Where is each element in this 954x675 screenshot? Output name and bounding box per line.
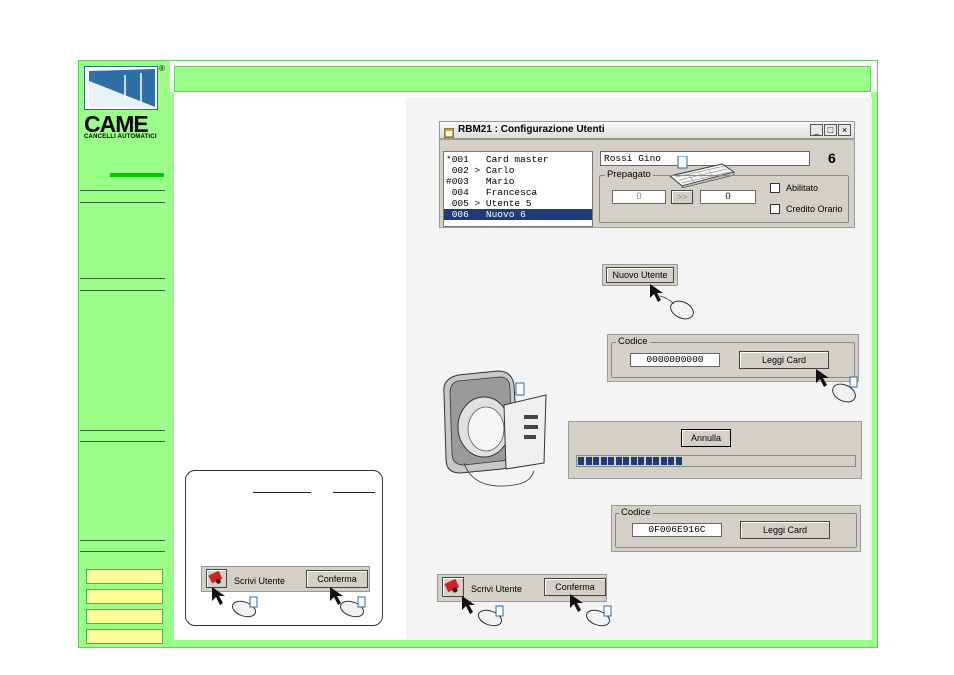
inset-underline <box>253 492 311 493</box>
sidebar-divider <box>80 430 165 431</box>
scrivi-utente-label: Scrivi Utente <box>471 584 523 594</box>
mouse-click-icon <box>210 585 258 621</box>
credit-field[interactable]: 0 <box>612 190 666 204</box>
codice-field[interactable]: 0000000000 <box>630 353 720 367</box>
prepagato-label: Prepagato <box>605 169 653 180</box>
abilitato-checkbox[interactable] <box>770 183 780 193</box>
credito-orario-label: Credito Orario <box>786 204 843 214</box>
user-list-item[interactable]: *001 Card master <box>444 154 592 165</box>
logo-registered-mark: ® <box>159 64 165 73</box>
maximize-button[interactable]: □ <box>824 124 837 136</box>
minimize-button[interactable]: _ <box>810 124 823 136</box>
credito-orario-checkbox[interactable] <box>770 204 780 214</box>
sidebar-nav-button[interactable] <box>86 589 163 604</box>
sidebar-divider <box>80 278 165 279</box>
user-list-item[interactable]: 004 Francesca <box>444 187 592 198</box>
sidebar-divider <box>80 190 165 191</box>
abilitato-label: Abilitato <box>786 183 819 193</box>
progress-block <box>600 457 607 465</box>
inset-underline <box>333 492 375 493</box>
sidebar-divider <box>80 290 165 291</box>
annulla-button[interactable]: Annulla <box>681 429 731 447</box>
user-list-item[interactable]: 002 > Carlo <box>444 165 592 176</box>
codice-label: Codice <box>616 336 650 347</box>
progress-block <box>668 457 674 465</box>
progress-block <box>645 457 652 465</box>
user-number: 6 <box>828 150 836 166</box>
codice-label-read: Codice <box>619 507 653 518</box>
progress-block <box>623 457 629 465</box>
progress-block <box>660 457 667 465</box>
sidebar-nav-button[interactable] <box>86 629 163 644</box>
mouse-click-icon <box>568 592 616 632</box>
logo-subtitle: CANCELLI AUTOMATICI <box>84 134 157 140</box>
sidebar-divider <box>80 202 165 203</box>
codice-field-read[interactable]: 0F006E916C <box>632 523 722 537</box>
window-title: RBM21 : Configurazione Utenti <box>458 124 605 135</box>
came-logo-icon <box>84 66 158 110</box>
user-list-item[interactable]: 005 > Utente 5 <box>444 198 592 209</box>
user-list-item[interactable]: #003 Mario <box>444 176 592 187</box>
progress-block <box>578 457 584 465</box>
content-bottom-border <box>170 640 877 647</box>
mouse-click-icon <box>648 282 696 322</box>
app-window-icon <box>443 125 455 139</box>
progress-block <box>630 457 637 465</box>
mouse-click-icon <box>460 594 508 634</box>
nuovo-utente-button[interactable]: Nuovo Utente <box>606 267 674 283</box>
user-list-item-selected[interactable]: 006 Nuovo 6 <box>444 209 592 220</box>
sidebar-divider <box>80 441 165 442</box>
close-button[interactable]: × <box>838 124 851 136</box>
progress-block <box>585 457 592 465</box>
sidebar-divider <box>80 551 165 552</box>
second-credit-field[interactable]: 0 <box>700 190 756 204</box>
reading-progress-bar <box>576 455 856 467</box>
mouse-click-icon <box>328 585 376 621</box>
card-reader-icon <box>434 367 552 495</box>
user-list[interactable]: *001 Card master 002 > Carlo #003 Mario … <box>443 151 593 227</box>
progress-block <box>638 457 644 465</box>
header-bar <box>174 66 871 92</box>
sidebar <box>79 61 169 647</box>
sidebar-nav-button[interactable] <box>86 609 163 624</box>
leggi-card-button-read[interactable]: Leggi Card <box>740 521 830 539</box>
sidebar-nav-button[interactable] <box>86 569 163 584</box>
sidebar-divider <box>80 540 165 541</box>
mouse-click-icon <box>814 367 862 407</box>
progress-block <box>593 457 599 465</box>
active-indicator <box>110 173 164 177</box>
progress-block <box>608 457 614 465</box>
progress-block <box>653 457 659 465</box>
transfer-credit-button[interactable]: >> <box>671 190 693 204</box>
content-left-border <box>170 92 174 647</box>
progress-block <box>615 457 622 465</box>
progress-block <box>675 457 682 465</box>
